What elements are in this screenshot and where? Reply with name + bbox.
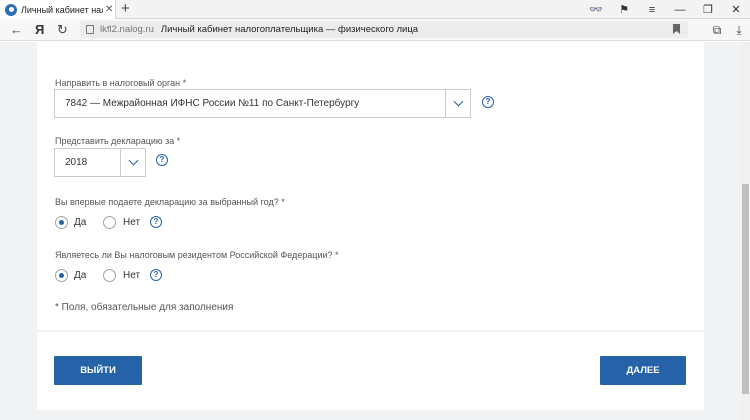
actions-panel: ВЫЙТИ ДАЛЕЕ: [37, 332, 704, 410]
first-time-no-radio[interactable]: [103, 216, 116, 229]
url-domain: lkfl2.nalog.ru: [100, 24, 154, 35]
bookmarks-icon[interactable]: ⚑: [610, 3, 638, 16]
resident-no-label: Нет: [123, 270, 141, 281]
chevron-down-icon[interactable]: [445, 90, 470, 117]
tax-authority-value: 7842 — Межрайонная ИФНС России №11 по Са…: [65, 98, 360, 109]
exit-button[interactable]: ВЫЙТИ: [54, 356, 142, 385]
restore-icon[interactable]: ❐: [694, 3, 722, 16]
close-tab-icon[interactable]: ✕: [105, 4, 113, 15]
first-time-label: Вы впервые подаете декларацию за выбранн…: [55, 197, 285, 207]
url-page-title: Личный кабинет налогоплательщика — физич…: [160, 24, 419, 35]
first-time-yes-label: Да: [74, 217, 87, 228]
first-time-no-label: Нет: [123, 217, 141, 228]
glasses-icon[interactable]: 👓: [582, 3, 610, 16]
required-fields-note: * Поля, обязательные для заполнения: [55, 302, 234, 313]
tax-authority-select[interactable]: 7842 — Межрайонная ИФНС России №11 по Са…: [54, 89, 471, 118]
close-window-icon[interactable]: ✕: [722, 3, 750, 16]
resident-yes-radio[interactable]: [55, 269, 68, 282]
help-icon[interactable]: ?: [156, 154, 168, 166]
address-bar-row: ← Я ↻ lkfl2.nalog.ru Личный кабинет нало…: [0, 19, 750, 41]
minimize-icon[interactable]: —: [666, 4, 694, 16]
back-icon[interactable]: ←: [10, 21, 23, 39]
url-field[interactable]: lkfl2.nalog.ru Личный кабинет налогоплат…: [80, 21, 688, 38]
form-card: Направить в налоговый орган * 7842 — Меж…: [37, 42, 704, 330]
next-button[interactable]: ДАЛЕЕ: [600, 356, 686, 385]
chevron-down-icon[interactable]: [120, 149, 145, 176]
download-icon[interactable]: ⤓: [728, 21, 750, 39]
tab-title: Личный кабинет налогоп: [21, 4, 103, 15]
window-controls: 👓 ⚑ ≡ — ❐ ✕: [582, 0, 750, 19]
tax-authority-label: Направить в налоговый орган *: [55, 78, 187, 88]
menu-icon[interactable]: ≡: [638, 4, 666, 16]
new-tab-icon[interactable]: +: [121, 1, 130, 17]
resident-no-radio[interactable]: [103, 269, 116, 282]
help-icon[interactable]: ?: [482, 96, 494, 108]
site-favicon-icon: [5, 3, 17, 16]
yandex-logo-icon[interactable]: Я: [35, 21, 44, 39]
year-select[interactable]: 2018: [54, 148, 146, 177]
protect-icon[interactable]: ⧉: [706, 21, 728, 39]
first-time-yes-radio[interactable]: [55, 216, 68, 229]
page-viewport: Направить в налоговый орган * 7842 — Меж…: [0, 42, 741, 420]
help-icon[interactable]: ?: [150, 216, 162, 228]
resident-label: Являетесь ли Вы налоговым резидентом Рос…: [55, 250, 339, 260]
page-scrollbar[interactable]: [741, 42, 750, 420]
year-label: Представить декларацию за *: [55, 136, 181, 146]
browser-tab[interactable]: Личный кабинет налогоп ✕: [0, 0, 116, 19]
toolbar-right: ⧉ ⤓: [706, 21, 750, 39]
reload-icon[interactable]: ↻: [57, 21, 68, 39]
bookmark-icon[interactable]: [673, 24, 680, 34]
help-icon[interactable]: ?: [150, 269, 162, 281]
scrollbar-thumb[interactable]: [742, 184, 749, 394]
resident-yes-label: Да: [74, 270, 87, 281]
year-value: 2018: [65, 157, 88, 168]
tab-strip: Личный кабинет налогоп ✕ + 👓 ⚑ ≡ — ❐ ✕: [0, 0, 750, 19]
lock-icon: [86, 25, 94, 34]
